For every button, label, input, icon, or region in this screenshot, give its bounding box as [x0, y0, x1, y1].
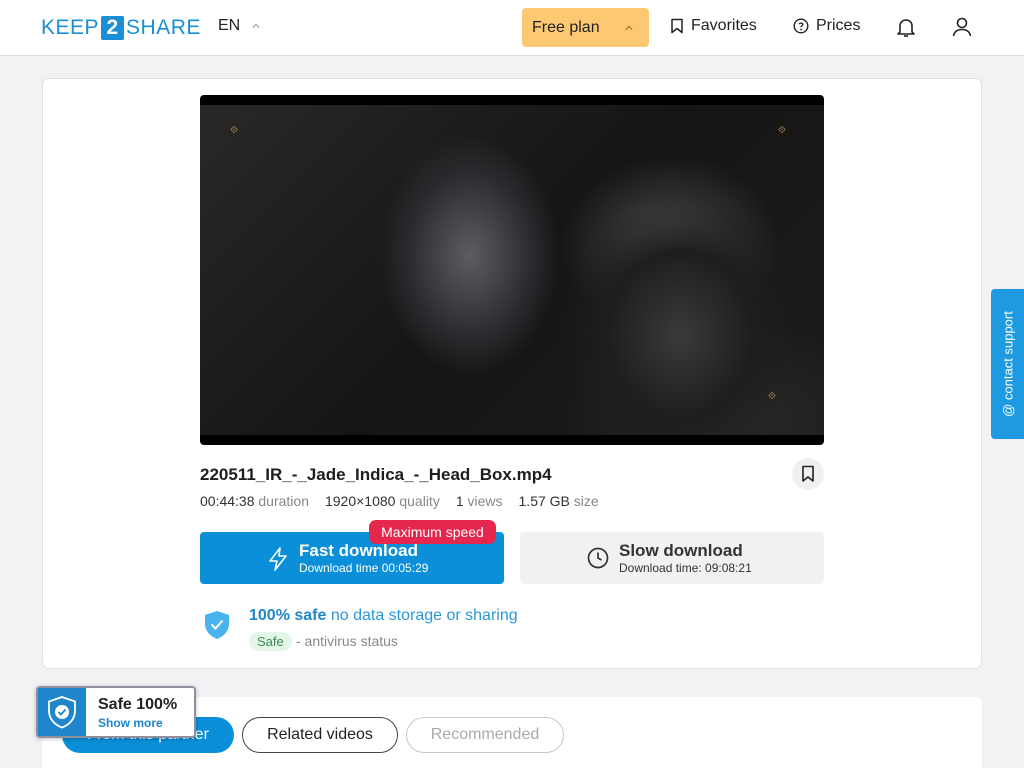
- safe-badge-popup[interactable]: Safe 100% Show more: [36, 686, 196, 738]
- antivirus-status: - antivirus status: [296, 633, 398, 649]
- meta-quality: 1920×1080 quality: [324, 493, 440, 509]
- meta-views: 1 views: [455, 493, 503, 509]
- tab-related-videos[interactable]: Related videos: [242, 717, 398, 753]
- clock-icon: [587, 547, 609, 569]
- file-meta: 00:44:38 duration 1920×1080 quality 1 vi…: [200, 493, 615, 509]
- fast-download-time: Download time 00:05:29: [299, 561, 429, 575]
- help-circle-icon: [793, 18, 809, 34]
- meta-size: 1.57 GB size: [518, 493, 599, 509]
- safe-badge-icon-box: [38, 688, 86, 736]
- contact-support-label: @ contact support: [1000, 311, 1015, 417]
- safe-badge-show-more[interactable]: Show more: [98, 716, 163, 730]
- prices-link[interactable]: Prices: [793, 17, 860, 35]
- favorites-link[interactable]: Favorites: [670, 17, 757, 35]
- maximum-speed-badge: Maximum speed: [369, 520, 496, 544]
- video-watermark-icon: ⟐: [778, 125, 786, 136]
- header: KEEP 2 SHARE EN Free plan Favorites Prices: [0, 0, 1024, 56]
- plan-label: Free plan: [532, 18, 600, 36]
- video-player[interactable]: ⟐ ⟐ ⟐: [200, 95, 824, 445]
- shield-check-icon: [205, 611, 229, 639]
- chevron-up-icon: [252, 23, 260, 28]
- video-watermark-icon: ⟐: [768, 391, 776, 402]
- shield-check-icon: [48, 696, 76, 729]
- chevron-up-icon: [625, 25, 633, 30]
- video-frame: [200, 105, 824, 435]
- safety-statement: 100% safe no data storage or sharing: [249, 607, 518, 624]
- tab-recommended[interactable]: Recommended: [406, 717, 564, 753]
- user-icon[interactable]: [950, 15, 974, 39]
- lightning-icon: [269, 547, 287, 571]
- language-label: EN: [218, 17, 241, 34]
- bookmark-icon: [671, 18, 683, 34]
- bookmark-icon: [802, 465, 814, 482]
- play-icon[interactable]: [0, 0, 16, 18]
- safe-status-tag: Safe: [249, 632, 292, 651]
- slow-download-time: Download time: 09:08:21: [619, 561, 752, 575]
- slow-download-button[interactable]: Slow download Download time: 09:08:21: [520, 532, 824, 584]
- fast-download-title: Fast download: [299, 541, 418, 560]
- meta-duration: 00:44:38 duration: [200, 493, 309, 509]
- file-name: 220511_IR_-_Jade_Indica_-_Head_Box.mp4: [200, 465, 552, 484]
- bell-icon[interactable]: [894, 15, 918, 39]
- free-plan-button[interactable]: Free plan: [522, 8, 649, 47]
- contact-support-tab[interactable]: @ contact support: [991, 289, 1024, 439]
- language-selector[interactable]: EN: [218, 17, 260, 35]
- slow-download-title: Slow download: [619, 541, 743, 560]
- bookmark-button[interactable]: [792, 458, 824, 490]
- keep2share-logo[interactable]: KEEP 2 SHARE: [41, 15, 201, 41]
- video-watermark-icon: ⟐: [230, 125, 238, 136]
- safe-badge-title: Safe 100%: [98, 696, 178, 713]
